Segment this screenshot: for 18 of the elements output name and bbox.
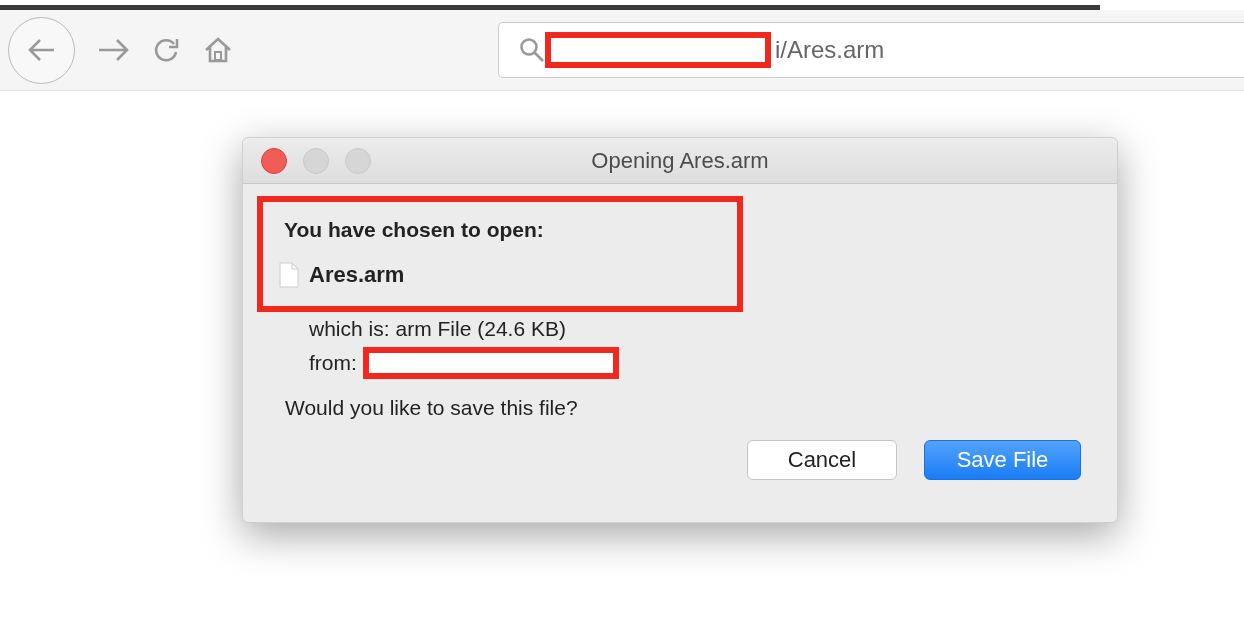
file-type: arm File (24.6 KB) <box>395 317 566 341</box>
save-question: Would you like to save this file? <box>284 396 579 420</box>
url-text: i/Ares.arm <box>775 36 885 64</box>
dialog-title: Opening Ares.arm <box>591 147 769 174</box>
save-button[interactable]: Save File <box>924 440 1081 480</box>
type-label: which is: <box>309 317 390 341</box>
search-icon <box>519 37 545 63</box>
minimize-button[interactable] <box>303 147 329 174</box>
home-icon[interactable] <box>203 35 233 65</box>
cancel-button[interactable]: Cancel <box>747 440 897 480</box>
close-button[interactable] <box>261 147 287 174</box>
from-label: from: <box>309 351 357 375</box>
address-bar[interactable]: i/Ares.arm <box>498 22 1244 78</box>
dialog-heading: You have chosen to open: <box>284 218 545 242</box>
file-name: Ares.arm <box>309 262 405 288</box>
reload-icon[interactable] <box>153 36 181 64</box>
zoom-button[interactable] <box>345 147 371 174</box>
document-icon <box>279 262 299 288</box>
